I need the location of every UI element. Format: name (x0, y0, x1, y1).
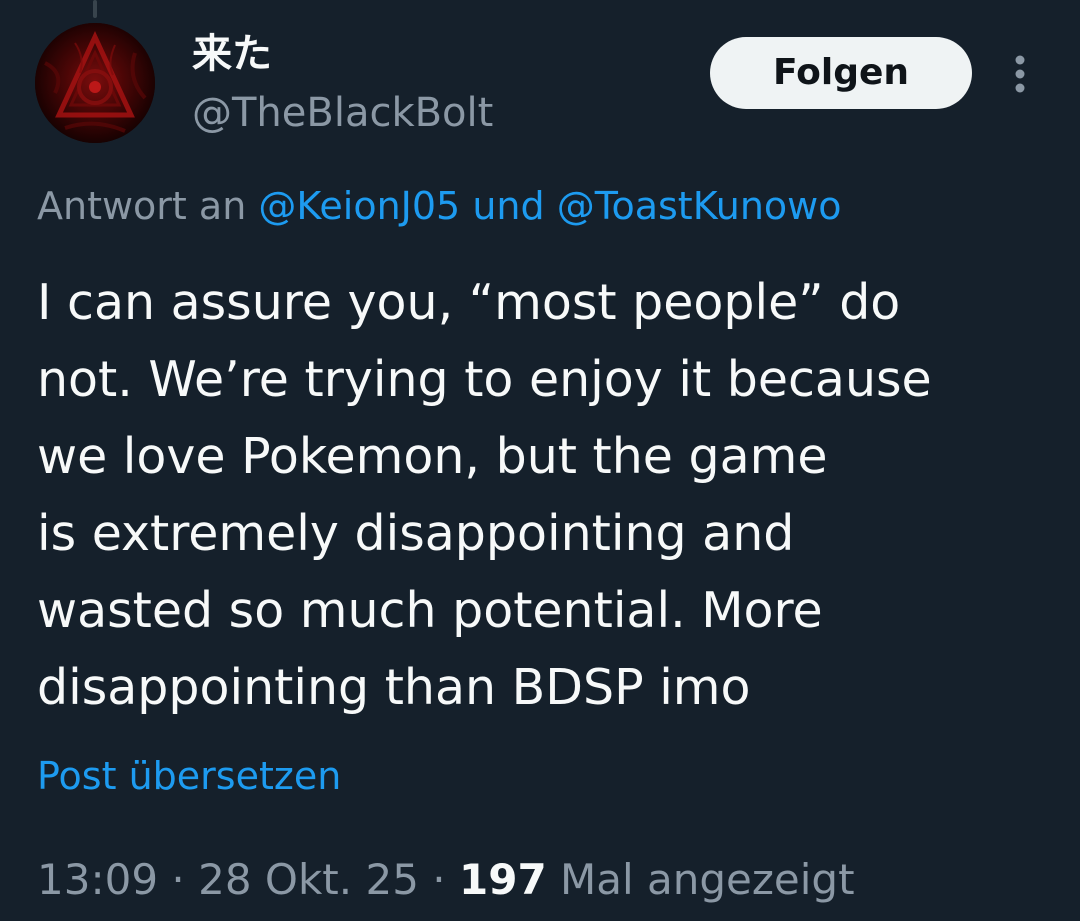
tweet-text-line: we love Pokemon, but the game (37, 428, 828, 485)
author-handle[interactable]: @TheBlackBolt (192, 88, 493, 138)
tweet-text-line: I can assure you, “most people” do (37, 274, 901, 331)
reply-conjunction[interactable]: und (472, 184, 544, 228)
author-display-name[interactable]: 来た (192, 30, 272, 78)
views-count[interactable]: 197 (459, 855, 547, 904)
tweet-metadata: 13:09 · 28 Okt. 25 · 197 Mal angezeigt (37, 852, 855, 908)
more-options-button[interactable] (1002, 52, 1038, 96)
tweet-text: I can assure you, “most people” do not. … (37, 264, 1037, 726)
reply-context: Antwort an @KeionJ05 und @ToastKunowo (37, 180, 841, 232)
views-label[interactable]: Mal angezeigt (560, 855, 855, 904)
thread-connector-line (93, 0, 97, 18)
tweet-text-line: not. We’re trying to enjoy it because (37, 351, 932, 408)
reply-prefix: Antwort an (37, 184, 247, 228)
tweet-text-line: wasted so much potential. More (37, 582, 823, 639)
post-date[interactable]: 28 Okt. 25 (198, 855, 419, 904)
follow-button[interactable]: Folgen (710, 37, 972, 109)
translate-post-link[interactable]: Post übersetzen (37, 750, 341, 802)
tweet-text-line: is extremely disappointing and (37, 505, 795, 562)
tweet-text-line: disappointing than BDSP imo (37, 659, 751, 716)
avatar[interactable] (35, 23, 155, 143)
reply-mention-link[interactable]: @KeionJ05 (258, 184, 460, 228)
post-time[interactable]: 13:09 (37, 855, 158, 904)
meta-separator: · (432, 855, 446, 904)
dark-red-abstract-avatar-icon (35, 23, 155, 143)
meta-separator: · (171, 855, 185, 904)
reply-mention-link[interactable]: @ToastKunowo (557, 184, 842, 228)
more-vertical-icon (1015, 55, 1025, 93)
